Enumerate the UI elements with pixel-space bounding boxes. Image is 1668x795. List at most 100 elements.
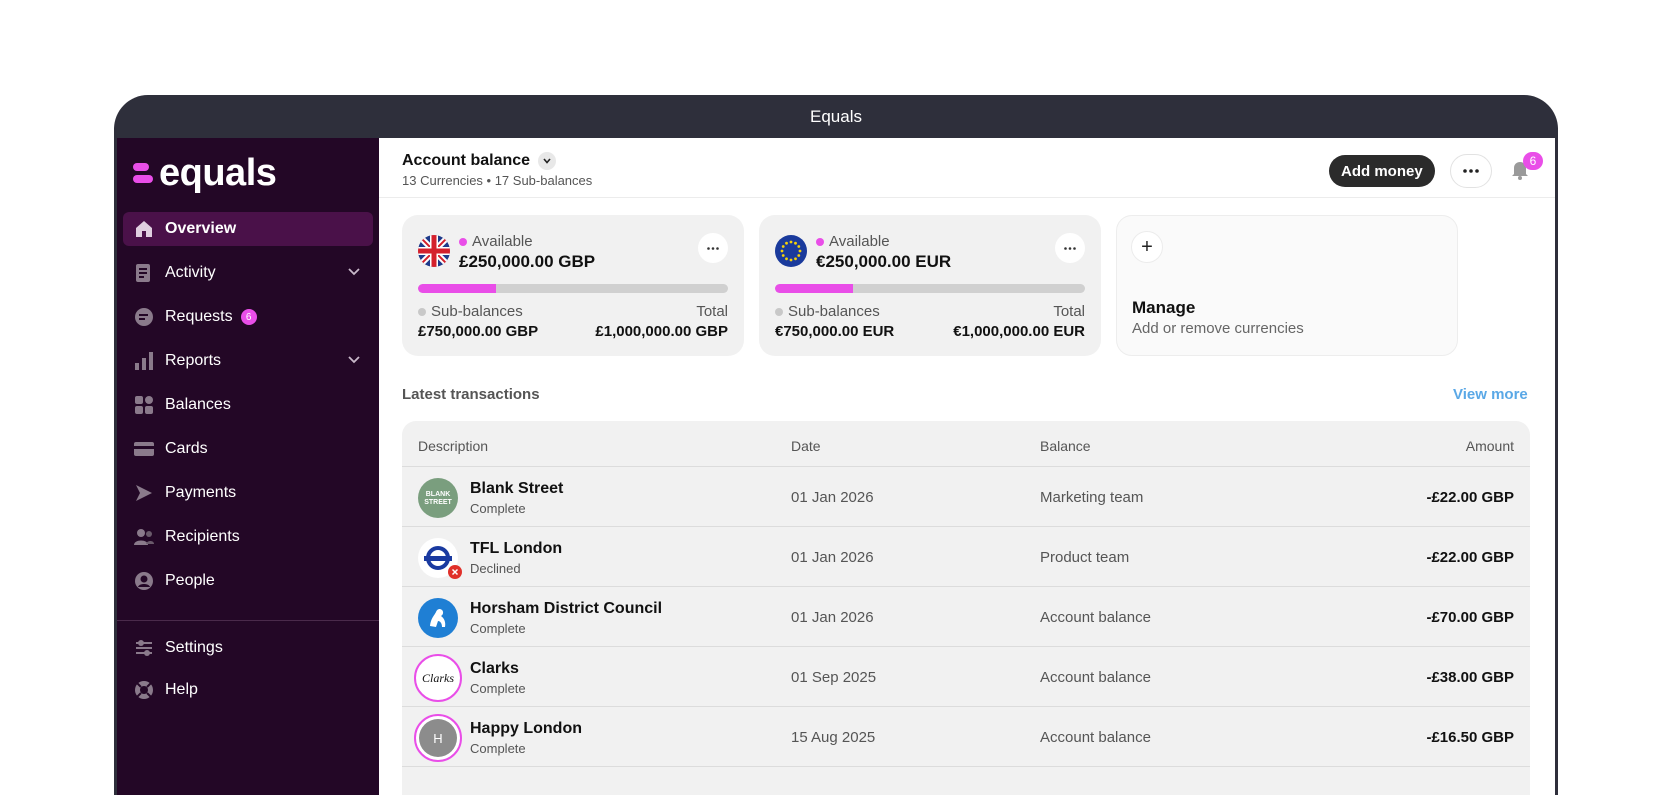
manage-currencies-card[interactable]: + Manage Add or remove currencies bbox=[1116, 215, 1458, 356]
svg-text:BLANK: BLANK bbox=[426, 491, 451, 498]
card-options-button[interactable] bbox=[698, 233, 728, 263]
sidebar-item-settings[interactable]: Settings bbox=[123, 631, 373, 665]
account-selector[interactable]: Account balance bbox=[402, 152, 557, 170]
logo-text: equals bbox=[159, 152, 277, 194]
sub-balances-label: Sub-balances bbox=[775, 303, 880, 320]
merchant-name: Horsham District Council bbox=[470, 600, 663, 617]
table-row[interactable]: Clarks Clarks Complete 01 Sep 2025 Accou… bbox=[402, 647, 1530, 707]
sidebar-item-label: Balances bbox=[165, 396, 231, 413]
home-icon bbox=[133, 218, 155, 240]
ellipsis-icon bbox=[1064, 246, 1076, 250]
sidebar-item-reports[interactable]: Reports bbox=[123, 344, 373, 378]
transaction-date: 01 Sep 2025 bbox=[791, 669, 877, 686]
sidebar-item-requests[interactable]: Requests 6 bbox=[123, 300, 373, 334]
ellipsis-icon bbox=[707, 246, 719, 250]
sidebar-item-cards[interactable]: Cards bbox=[123, 432, 373, 466]
uk-flag-icon bbox=[418, 235, 450, 267]
balances-icon bbox=[133, 394, 155, 416]
column-header-balance: Balance bbox=[1040, 438, 1091, 454]
transaction-amount: -£38.00 GBP bbox=[1426, 669, 1514, 686]
transaction-date: 01 Jan 2026 bbox=[791, 489, 874, 506]
sidebar-item-payments[interactable]: Payments bbox=[123, 476, 373, 510]
merchant-logo: H bbox=[414, 714, 462, 762]
sidebar-item-label: Help bbox=[165, 681, 198, 698]
svg-text:Clarks: Clarks bbox=[422, 671, 454, 685]
activity-icon bbox=[133, 262, 155, 284]
manage-title: Manage bbox=[1132, 298, 1196, 317]
sub-balances-text: Sub-balances bbox=[431, 303, 523, 320]
available-text: Available bbox=[829, 233, 890, 250]
sub-balances-dot bbox=[775, 307, 783, 316]
window-title: Equals bbox=[810, 106, 862, 126]
available-amount: £250,000.00 GBP bbox=[459, 252, 596, 271]
transaction-balance: Account balance bbox=[1040, 729, 1151, 746]
card-options-button[interactable] bbox=[1055, 233, 1085, 263]
sidebar-item-label: People bbox=[165, 572, 215, 589]
total-label: Total bbox=[696, 303, 728, 320]
sidebar-item-label: Payments bbox=[165, 484, 237, 501]
sidebar-divider bbox=[117, 620, 379, 621]
transaction-date: 15 Aug 2025 bbox=[791, 729, 876, 746]
transaction-amount: -£16.50 GBP bbox=[1426, 729, 1514, 746]
view-more-link[interactable]: View more bbox=[1453, 386, 1528, 403]
app-window: Equals equals Overview Activity Requests… bbox=[114, 95, 1558, 795]
svg-text:H: H bbox=[433, 731, 442, 746]
requests-icon bbox=[133, 306, 155, 328]
transaction-balance: Product team bbox=[1040, 549, 1130, 566]
manage-subtitle: Add or remove currencies bbox=[1132, 320, 1304, 337]
chevron-down-icon[interactable] bbox=[347, 265, 361, 284]
available-dot bbox=[816, 237, 824, 246]
transaction-amount: -£22.00 GBP bbox=[1426, 489, 1514, 506]
sidebar-item-balances[interactable]: Balances bbox=[123, 388, 373, 422]
sub-balances-label: Sub-balances bbox=[418, 303, 523, 320]
sidebar-item-help[interactable]: Help bbox=[123, 673, 373, 707]
transaction-date: 01 Jan 2026 bbox=[791, 609, 874, 626]
transaction-date: 01 Jan 2026 bbox=[791, 549, 874, 566]
balance-card-gbp[interactable]: Available £250,000.00 GBP Sub-balances T… bbox=[402, 215, 744, 356]
page-header: Account balance 13 Currencies • 17 Sub-b… bbox=[379, 138, 1555, 198]
transaction-balance: Marketing team bbox=[1040, 489, 1144, 506]
chevron-down-icon[interactable] bbox=[538, 152, 557, 170]
sub-balances-value: £750,000.00 GBP bbox=[418, 323, 539, 340]
sidebar-item-recipients[interactable]: Recipients bbox=[123, 520, 373, 554]
transaction-balance: Account balance bbox=[1040, 609, 1151, 626]
table-row[interactable]: H Happy London Complete 15 Aug 2025 Acco… bbox=[402, 707, 1530, 767]
sidebar-item-label: Overview bbox=[165, 220, 237, 237]
sub-balances-text: Sub-balances bbox=[788, 303, 880, 320]
available-label: Available bbox=[459, 233, 533, 250]
sidebar-item-activity[interactable]: Activity bbox=[123, 256, 373, 290]
table-row[interactable]: BLANK STREET Blank Street Complete 01 Ja… bbox=[402, 467, 1530, 527]
transaction-status: Complete bbox=[470, 621, 526, 636]
sidebar-item-label: Reports bbox=[165, 352, 222, 369]
transaction-status: Complete bbox=[470, 501, 526, 516]
plus-icon[interactable]: + bbox=[1131, 231, 1163, 263]
balance-progress-bar bbox=[418, 284, 728, 293]
recipients-icon bbox=[133, 526, 155, 548]
sidebar-item-overview[interactable]: Overview bbox=[123, 212, 373, 246]
sidebar-item-label: Settings bbox=[165, 639, 223, 656]
balance-progress-bar bbox=[775, 284, 1085, 293]
table-row[interactable]: TFL London Declined 01 Jan 2026 Product … bbox=[402, 527, 1530, 587]
table-row[interactable]: Horsham District Council Complete 01 Jan… bbox=[402, 587, 1530, 647]
add-money-button[interactable]: Add money bbox=[1329, 155, 1435, 187]
sidebar-item-label: Cards bbox=[165, 440, 208, 457]
merchant-logo: Clarks bbox=[414, 654, 462, 702]
transaction-status: Complete bbox=[470, 681, 526, 696]
merchant-logo bbox=[418, 538, 462, 579]
sidebar-footer-nav: Settings Help bbox=[123, 631, 373, 715]
more-options-button[interactable] bbox=[1450, 154, 1492, 188]
balance-card-eur[interactable]: Available €250,000.00 EUR Sub-balances T… bbox=[759, 215, 1101, 356]
merchant-logo: BLANK STREET bbox=[418, 478, 458, 518]
chevron-down-icon[interactable] bbox=[347, 353, 361, 372]
merchant-name: TFL London bbox=[470, 540, 563, 557]
transactions-title: Latest transactions bbox=[402, 386, 540, 403]
transaction-amount: -£70.00 GBP bbox=[1426, 609, 1514, 626]
eu-flag-icon bbox=[775, 235, 807, 267]
column-header-description: Description bbox=[418, 438, 489, 454]
sidebar-item-people[interactable]: People bbox=[123, 564, 373, 598]
available-label: Available bbox=[816, 233, 890, 250]
equals-logo[interactable]: equals bbox=[133, 152, 277, 194]
merchant-name: Clarks bbox=[470, 660, 519, 677]
merchant-logo bbox=[418, 598, 458, 638]
payments-icon bbox=[133, 482, 155, 504]
